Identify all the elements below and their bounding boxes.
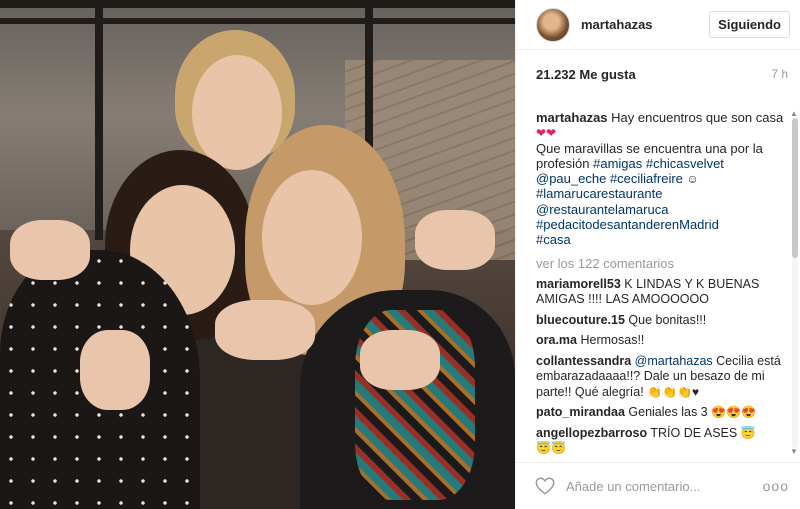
photo-face: [262, 170, 362, 305]
post-header: martahazas Siguiendo: [516, 0, 800, 50]
post-time[interactable]: 7 h: [771, 67, 788, 81]
photo-frame: [0, 0, 515, 8]
heart-outline-icon[interactable]: [534, 475, 556, 497]
ellipsis-icon[interactable]: ooo: [763, 478, 789, 494]
photo-hand: [10, 220, 90, 280]
instagram-post: martahazas Siguiendo 21.232 Me gusta 7 h…: [0, 0, 800, 509]
halo-emoji-icon: 😇: [740, 425, 756, 440]
likes-count[interactable]: 21.232 Me gusta: [536, 67, 636, 82]
comment-text: Que bonitas!!!: [628, 312, 707, 327]
comment: ora.ma Hermosas!!: [536, 333, 785, 349]
comment: bluecouture.15 Que bonitas!!!: [536, 313, 785, 329]
hashtag-link[interactable]: #amigas: [593, 156, 642, 171]
mention-link[interactable]: @martahazas: [635, 354, 713, 368]
comments-scrollbar[interactable]: [792, 118, 798, 448]
comment-username[interactable]: ora.ma: [536, 333, 577, 347]
photo-hand: [215, 300, 315, 360]
black-heart-emoji-icon: ♥: [692, 384, 700, 399]
comment: collantessandra @martahazas Cecilia está…: [536, 354, 785, 401]
photo-face: [192, 55, 282, 170]
photo-hand: [360, 330, 440, 390]
comment-text: TRÍO DE ASES: [650, 425, 738, 440]
caption: martahazas Hay encuentros que son casa ❤…: [536, 110, 785, 248]
avatar[interactable]: [536, 7, 570, 42]
scroll-down-icon[interactable]: ▼: [790, 448, 798, 456]
comment-username[interactable]: collantessandra: [536, 354, 631, 368]
caption-username[interactable]: martahazas: [536, 110, 608, 125]
comments-section: martahazas Hay encuentros que son casa ❤…: [516, 110, 800, 462]
hashtag-link[interactable]: #lamarucarestaurante: [536, 186, 662, 201]
comment-username[interactable]: angellopezbarroso: [536, 426, 647, 440]
photo-frame: [0, 18, 515, 24]
scroll-up-icon[interactable]: ▲: [790, 110, 798, 118]
post-side-panel: martahazas Siguiendo 21.232 Me gusta 7 h…: [515, 0, 800, 509]
comment: mariamorell53 K LINDAS Y K BUENAS AMIGAS…: [536, 277, 785, 308]
smile-emoji-icon: ☺: [686, 172, 699, 187]
hashtag-link[interactable]: #ceciliafreire: [610, 171, 683, 186]
hashtag-link[interactable]: #chicasvelvet: [646, 156, 724, 171]
caption-line1: Hay encuentros que son casa: [611, 110, 784, 125]
add-comment-input[interactable]: [566, 478, 763, 494]
comment-username[interactable]: pato_mirandaa: [536, 405, 625, 419]
heart-emoji-icon: ❤❤: [536, 126, 557, 141]
comment-text: Geniales las 3: [628, 405, 708, 420]
comment-text: Hermosas!!: [580, 333, 645, 348]
post-photo[interactable]: [0, 0, 515, 509]
comment-username[interactable]: bluecouture.15: [536, 313, 625, 327]
hashtag-link[interactable]: #pedacitodesantanderenMadrid: [536, 217, 719, 232]
following-button[interactable]: Siguiendo: [709, 11, 790, 38]
comment: angellopezbarroso TRÍO DE ASES 😇 😇😇: [536, 426, 785, 457]
photo-frame: [95, 0, 103, 240]
photo-hand: [415, 210, 495, 270]
clap-emoji-icon: 👏👏👏: [647, 384, 693, 399]
scrollbar-thumb[interactable]: [792, 118, 798, 258]
view-all-comments-link[interactable]: ver los 122 comentarios: [536, 256, 785, 271]
mention-link[interactable]: @restaurantelamaruca: [536, 202, 668, 217]
halo-emoji-icon: 😇😇: [536, 441, 566, 456]
mention-link[interactable]: @pau_eche: [536, 171, 606, 186]
header-username[interactable]: martahazas: [581, 17, 709, 32]
hashtag-link[interactable]: #casa: [536, 232, 571, 247]
comment-username[interactable]: mariamorell53: [536, 277, 621, 291]
post-meta: 21.232 Me gusta 7 h: [516, 50, 800, 98]
comment: pato_mirandaa Geniales las 3 😍😍😍: [536, 405, 785, 421]
photo-hand: [80, 330, 150, 410]
heart-eyes-emoji-icon: 😍😍😍: [711, 405, 756, 420]
post-footer: ooo: [516, 462, 800, 509]
